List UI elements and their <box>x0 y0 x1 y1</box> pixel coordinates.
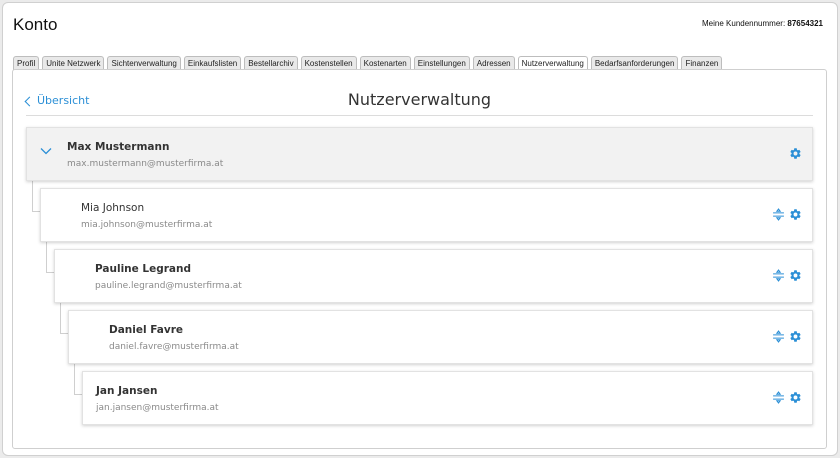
customer-number-value: 87654321 <box>787 19 823 28</box>
user-actions <box>772 330 802 343</box>
user-name: Jan Jansen <box>96 385 158 397</box>
user-email: mia.johnson@musterfirma.at <box>81 220 213 230</box>
chevron-down-icon[interactable] <box>40 147 52 155</box>
tab-einstellungen[interactable]: Einstellungen <box>413 56 470 70</box>
tab-bedarfsanforderungen[interactable]: Bedarfsanforderungen <box>590 56 679 70</box>
user-actions <box>772 391 802 404</box>
tab-bar: Profil Unite Netzwerk Sichtenverwaltung … <box>13 56 723 70</box>
gear-icon[interactable] <box>789 391 802 404</box>
user-card[interactable]: Max Mustermann max.mustermann@musterfirm… <box>26 127 813 181</box>
customer-number-label: Meine Kundennummer: <box>702 19 786 28</box>
tree-connector <box>32 180 40 212</box>
reorder-icon[interactable] <box>772 391 785 404</box>
gear-icon[interactable] <box>789 147 802 160</box>
customer-number-display: Meine Kundennummer: 87654321 <box>702 19 823 28</box>
user-name: Mia Johnson <box>81 202 145 214</box>
user-name: Pauline Legrand <box>95 263 192 275</box>
gear-icon[interactable] <box>789 269 802 282</box>
tab-einkaufslisten[interactable]: Einkaufslisten <box>183 56 242 70</box>
user-actions <box>772 208 802 221</box>
user-email: max.mustermann@musterfirma.at <box>67 159 224 169</box>
user-actions <box>789 147 802 160</box>
page-title: Konto <box>13 15 58 34</box>
tree-connector <box>46 241 54 273</box>
tab-kostenarten[interactable]: Kostenarten <box>359 56 411 70</box>
reorder-icon[interactable] <box>772 330 785 343</box>
divider <box>26 115 813 116</box>
tab-adressen[interactable]: Adressen <box>472 56 515 70</box>
tree-connector <box>74 363 82 395</box>
reorder-icon[interactable] <box>772 269 785 282</box>
reorder-icon[interactable] <box>772 208 785 221</box>
gear-icon[interactable] <box>789 208 802 221</box>
tab-nutzerverwaltung[interactable]: Nutzerverwaltung <box>517 56 588 70</box>
gear-icon[interactable] <box>789 330 802 343</box>
section-title: Nutzerverwaltung <box>347 90 492 109</box>
tree-connector <box>60 302 68 334</box>
user-card[interactable]: Daniel Favre daniel.favre@musterfirma.at <box>68 310 813 364</box>
user-name: Daniel Favre <box>109 324 184 336</box>
tab-unite-netzwerk[interactable]: Unite Netzwerk <box>42 56 105 70</box>
tab-profil[interactable]: Profil <box>13 56 40 70</box>
tab-sichtenverwaltung[interactable]: Sichtenverwaltung <box>107 56 181 70</box>
tab-finanzen[interactable]: Finanzen <box>681 56 723 70</box>
user-email: pauline.legrand@musterfirma.at <box>95 281 242 291</box>
tab-bestellarchiv[interactable]: Bestellarchiv <box>244 56 298 70</box>
user-management-panel: Übersicht Nutzerverwaltung Max Musterman… <box>12 69 827 449</box>
user-email: jan.jansen@musterfirma.at <box>96 403 219 413</box>
user-card[interactable]: Mia Johnson mia.johnson@musterfirma.at <box>40 188 813 242</box>
user-email: daniel.favre@musterfirma.at <box>109 342 239 352</box>
user-card[interactable]: Pauline Legrand pauline.legrand@musterfi… <box>54 249 813 303</box>
user-actions <box>772 269 802 282</box>
tab-kostenstellen[interactable]: Kostenstellen <box>300 56 357 70</box>
user-card[interactable]: Jan Jansen jan.jansen@musterfirma.at <box>82 371 813 425</box>
user-name: Max Mustermann <box>67 141 170 153</box>
